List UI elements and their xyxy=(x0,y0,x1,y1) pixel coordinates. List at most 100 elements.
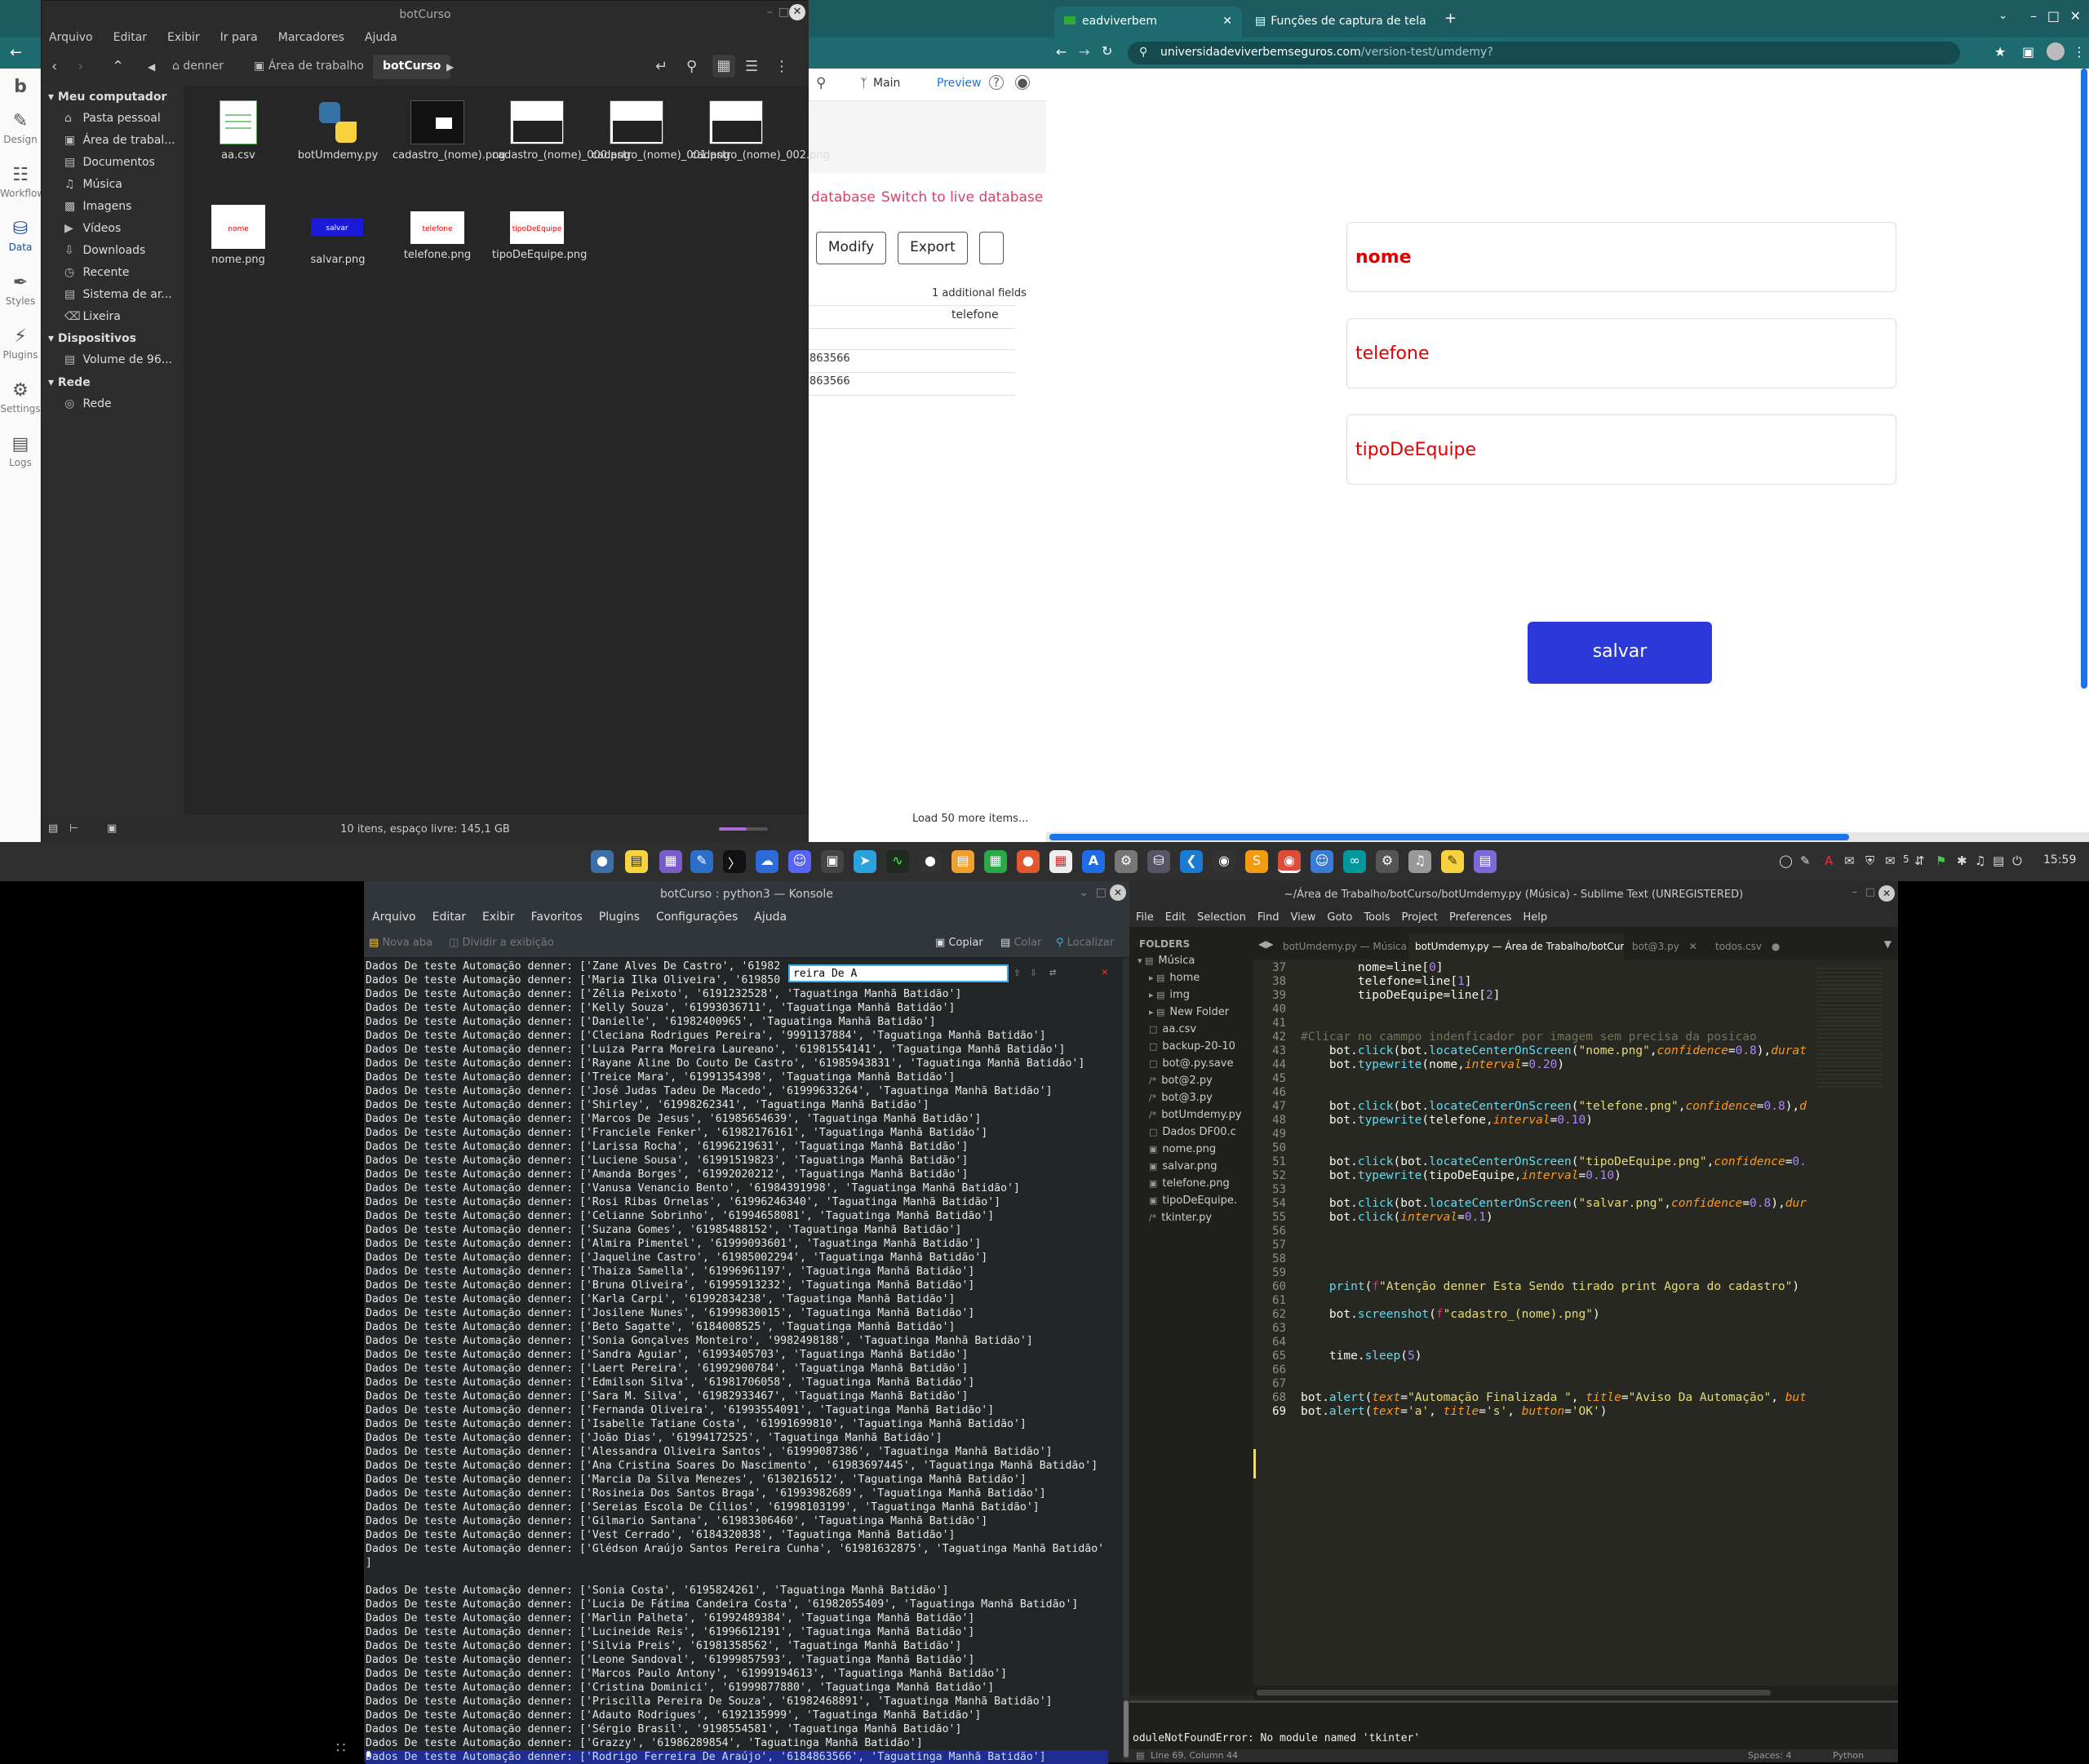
place-recent[interactable]: ◷ Recente xyxy=(64,266,129,279)
archive-icon[interactable]: ▤ xyxy=(951,850,974,873)
tab-nav-icon[interactable]: ◀▶ xyxy=(1258,938,1273,950)
nav-data[interactable]: ⛁ Data xyxy=(0,219,41,253)
path-left-icon[interactable]: ◀ xyxy=(148,61,155,73)
nav-settings[interactable]: ⚙ Settings xyxy=(0,380,41,414)
adobe-icon[interactable]: A xyxy=(1825,853,1833,868)
close-tab-icon[interactable]: ✕ xyxy=(1222,15,1232,28)
close-icon[interactable]: ✕ xyxy=(789,4,805,20)
volume-icon[interactable]: ♫ xyxy=(1975,853,1985,868)
database-link[interactable]: database xyxy=(811,189,876,206)
sidebar-toggle-icon[interactable]: ▤ xyxy=(48,822,58,835)
toggle-location-icon[interactable]: ↵ xyxy=(655,58,668,75)
crumb-botcurso[interactable]: botCurso xyxy=(373,55,451,79)
appstore-icon[interactable]: A xyxy=(1082,850,1105,873)
file-item[interactable]: nome nome.png xyxy=(193,205,283,267)
discord-icon[interactable]: ☺ xyxy=(788,850,811,873)
maximize-icon[interactable]: □ xyxy=(2047,8,2060,24)
minimize-icon[interactable]: – xyxy=(1852,886,1858,898)
load-more-link[interactable]: Load 50 more items... xyxy=(912,813,1028,825)
audio-icon[interactable]: ♫ xyxy=(1408,850,1431,873)
menu-item[interactable]: Tools xyxy=(1364,911,1390,924)
sidebar-file[interactable]: ▣ salvar.png xyxy=(1149,1160,1217,1172)
file-item[interactable]: cadastro_(nome)_002.png xyxy=(691,100,830,162)
additional-fields-label[interactable]: 1 additional fields xyxy=(932,287,1027,299)
nav-workflow[interactable]: ☷ Workflow xyxy=(0,165,45,199)
place-home[interactable]: ⌂ Pasta pessoal xyxy=(64,112,161,125)
sidebar-file[interactable]: □ Dados DF00.c xyxy=(1149,1126,1236,1138)
sidebar-file[interactable]: □ backup-20-10 xyxy=(1149,1040,1235,1053)
minimap[interactable] xyxy=(1816,968,1882,1090)
pipette-icon[interactable]: ✎ xyxy=(1800,853,1811,868)
status-panel-icon[interactable]: ▤ xyxy=(1136,1750,1144,1761)
search-next-icon[interactable]: ⇩ xyxy=(1030,966,1036,979)
sidebar-file[interactable]: ▸ ▤ New Folder xyxy=(1149,1006,1229,1018)
minimize-icon[interactable]: – xyxy=(767,6,773,19)
text-editor-icon[interactable]: ✎ xyxy=(1441,850,1464,873)
file-item[interactable]: salvar salvar.png xyxy=(293,205,383,267)
menu-item[interactable]: Exibir xyxy=(482,911,515,924)
sidebar-file[interactable]: ▣ tipoDeEquipe. xyxy=(1149,1194,1237,1207)
crumb-denner[interactable]: ⌂ denner xyxy=(162,55,233,79)
file-item[interactable]: cadastro_(nome).png xyxy=(393,100,506,162)
shield-icon[interactable]: ⛨ xyxy=(1865,853,1874,868)
minimize-icon[interactable]: – xyxy=(2030,8,2037,24)
chrome-icon[interactable]: ◉ xyxy=(1278,850,1301,873)
sidebar-file[interactable]: /* bot@3.py xyxy=(1149,1092,1213,1104)
menu-arquivo[interactable]: Arquivo xyxy=(49,31,93,44)
extensions-icon[interactable]: ★ xyxy=(1994,44,2006,60)
preview-link[interactable]: Preview xyxy=(937,77,982,90)
arduino-icon[interactable]: ∞ xyxy=(1343,850,1366,873)
place-documents[interactable]: ▤ Documentos xyxy=(64,156,155,169)
place-desktop[interactable]: ▣ Área de trabal... xyxy=(64,134,175,147)
nome-field[interactable]: nome xyxy=(1346,222,1896,292)
mail-icon[interactable]: ✉ xyxy=(1844,853,1855,868)
tipo-de-equipe-field[interactable]: tipoDeEquipe xyxy=(1346,414,1896,485)
reload-icon[interactable]: ↻ xyxy=(1102,43,1112,59)
telegram-icon[interactable]: ➤ xyxy=(854,850,876,873)
terminal-scrollbar[interactable] xyxy=(1123,958,1129,1762)
menu-item[interactable]: File xyxy=(1136,911,1154,924)
forward-icon[interactable]: › xyxy=(78,58,83,75)
sublime-icon[interactable]: S xyxy=(1245,850,1268,873)
menu-item[interactable]: Ajuda xyxy=(754,911,787,924)
nav-design[interactable]: ✎ Design xyxy=(0,111,41,145)
sidebar-file[interactable]: /* botUmdemy.py xyxy=(1149,1109,1242,1121)
maximize-icon[interactable]: □ xyxy=(778,6,789,19)
search-close-icon[interactable]: ✕ xyxy=(1102,966,1108,978)
close-tab-icon[interactable]: ✕ xyxy=(1689,941,1697,952)
indent-setting[interactable]: Spaces: 4 xyxy=(1748,1750,1791,1761)
menu-item[interactable]: Plugins xyxy=(599,911,640,924)
search-options-icon[interactable]: ⇄ xyxy=(1049,966,1056,979)
tab-file[interactable]: todos.csv ● xyxy=(1709,933,1790,960)
menu-item[interactable]: Configurações xyxy=(656,911,738,924)
sidebar-file[interactable]: □ bot@.py.save xyxy=(1149,1057,1234,1070)
menu-item[interactable]: Selection xyxy=(1197,911,1246,924)
up-icon[interactable]: ⌃ xyxy=(112,58,124,75)
back-icon[interactable]: ‹ xyxy=(51,58,57,75)
split-view-button[interactable]: ◫ Dividir a exibição xyxy=(449,937,554,949)
grid-view-icon[interactable]: ▦ xyxy=(712,55,735,78)
kebab-menu-icon[interactable]: ⋮ xyxy=(2073,44,2086,60)
back-icon[interactable]: ← xyxy=(1056,44,1067,60)
menu-marcadores[interactable]: Marcadores xyxy=(278,31,344,44)
system-monitor-icon[interactable]: ∿ xyxy=(886,850,909,873)
monitor-icon[interactable]: ▣ xyxy=(821,850,844,873)
menu-editar[interactable]: Editar xyxy=(113,31,147,44)
menu-exibir[interactable]: Exibir xyxy=(167,31,200,44)
files-icon[interactable]: ▦ xyxy=(659,850,682,873)
place-music[interactable]: ♫ Música xyxy=(64,178,122,191)
settings-tool-icon[interactable]: ⚙ xyxy=(1115,850,1138,873)
browser-icon[interactable]: ☁ xyxy=(756,850,778,873)
place-images[interactable]: ▩ Imagens xyxy=(64,200,131,213)
sidebar-file[interactable]: ▣ nome.png xyxy=(1149,1143,1216,1155)
notes-icon[interactable]: ▤ xyxy=(625,850,648,873)
terminal-output[interactable]: Dados De teste Automação denner: ['Rodri… xyxy=(364,958,1123,1764)
new-tab-button[interactable]: ▤ Nova aba xyxy=(369,937,432,949)
place-filesystem[interactable]: ▤ Sistema de ar... xyxy=(64,288,172,301)
tab-capture[interactable]: ▤ Funções de captura de tela xyxy=(1245,7,1433,38)
flag-icon[interactable]: ⚑ xyxy=(1936,853,1946,868)
crumb-desktop[interactable]: ▣ Área de trabalho xyxy=(244,55,374,79)
menu-item[interactable]: Editar xyxy=(432,911,466,924)
game-icon[interactable]: ☺ xyxy=(1311,850,1333,873)
settings-icon[interactable]: ⚙ xyxy=(1376,850,1399,873)
